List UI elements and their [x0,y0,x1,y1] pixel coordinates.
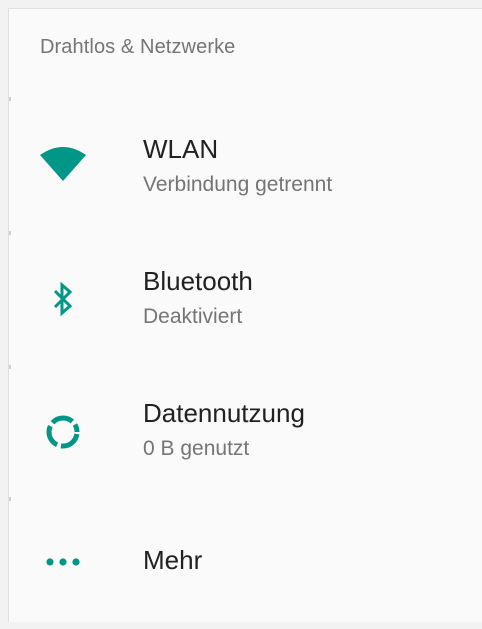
item-summary-data-usage: 0 B genutzt [143,437,250,460]
section-header: Drahtlos & Netzwerke [40,36,236,58]
settings-item-data-usage[interactable]: Datennutzung 0 B genutzt [9,373,482,493]
item-title-more: Mehr [143,545,203,575]
item-title-bluetooth: Bluetooth [143,266,253,296]
bluetooth-icon [39,275,87,323]
edge-divider [9,231,11,235]
item-summary-bluetooth: Deaktiviert [143,305,243,328]
edge-divider [9,365,11,369]
item-title-wlan: WLAN [143,134,219,164]
item-summary-wlan: Verbindung getrennt [143,173,333,196]
settings-item-wlan[interactable]: WLAN Verbindung getrennt [9,109,482,229]
edge-divider [9,97,11,101]
settings-panel: Drahtlos & Netzwerke WLAN Verbindung get… [8,8,482,622]
settings-item-bluetooth[interactable]: Bluetooth Deaktiviert [9,241,482,361]
settings-item-more[interactable]: Mehr [9,509,482,629]
wifi-icon [39,139,87,187]
more-icon [39,538,87,586]
edge-divider [9,497,11,501]
data-usage-icon [39,408,87,456]
item-title-data-usage: Datennutzung [143,398,305,428]
